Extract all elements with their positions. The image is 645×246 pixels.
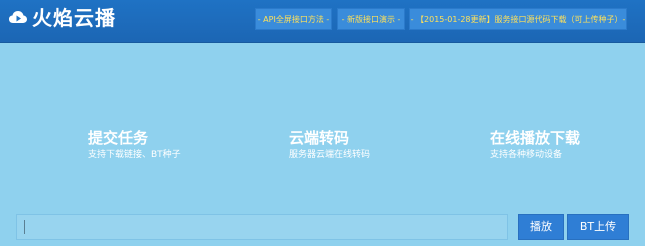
feature-title: 云端转码 <box>289 129 350 147</box>
feature-desc: 支持下载链接、BT种子 <box>88 150 181 160</box>
feature-desc: 支持各种移动设备 <box>490 150 563 160</box>
source-download-link[interactable]: - 【2015-01-28更新】服务接口源代码下载（可上传种子）- <box>409 8 627 30</box>
logo-text: 火焰云播 <box>32 6 116 30</box>
url-input[interactable] <box>16 214 508 240</box>
site-logo[interactable]: 火焰云播 <box>8 6 116 30</box>
feature-desc: 服务器云端在线转码 <box>289 150 371 160</box>
text-cursor <box>24 220 25 234</box>
cloud-play-icon <box>9 11 27 23</box>
new-api-demo-link[interactable]: - 新版接口演示 - <box>337 8 405 30</box>
api-fullscreen-link[interactable]: - API全屏接口方法 - <box>255 8 332 30</box>
bt-upload-button[interactable]: BT上传 <box>567 214 629 240</box>
feature-title: 在线播放下载 <box>490 129 581 147</box>
feature-submit-task: 提交任务 支持下载链接、BT种子 <box>88 128 181 162</box>
top-header: 火焰云播 - API全屏接口方法 - - 新版接口演示 - - 【2015-01… <box>0 0 645 42</box>
feature-cloud-transcode: 云端转码 服务器云端在线转码 <box>289 128 370 162</box>
feature-online-play: 在线播放下载 支持各种移动设备 <box>490 128 580 162</box>
play-button[interactable]: 播放 <box>518 214 564 240</box>
feature-title: 提交任务 <box>88 129 149 147</box>
